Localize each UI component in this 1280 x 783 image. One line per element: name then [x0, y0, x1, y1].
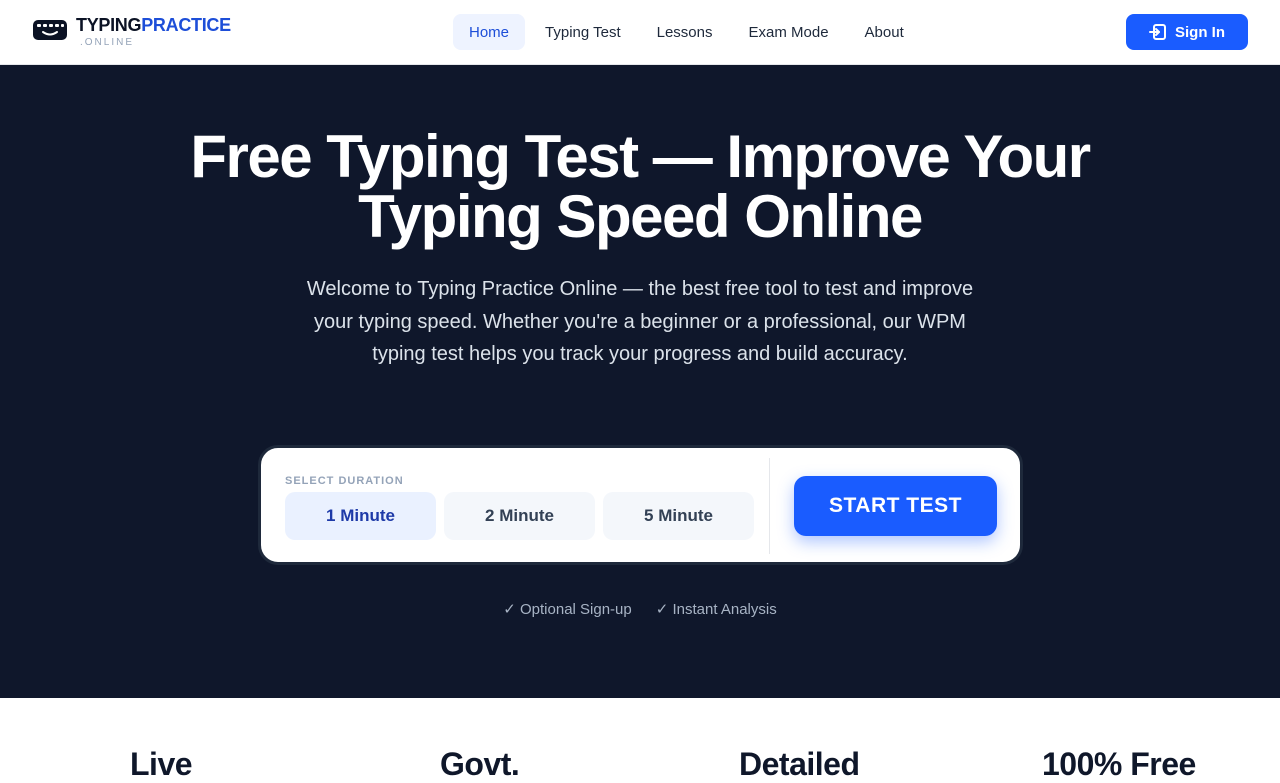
nav-item-lessons[interactable]: Lessons — [641, 14, 729, 50]
hero-description: Welcome to Typing Practice Online — the … — [306, 278, 974, 365]
site-header: TYPINGPRACTICE .ONLINE Home Typing Test … — [0, 0, 1280, 65]
feature-detailed: Detailed — [739, 746, 860, 782]
feature-govt: Govt. — [440, 746, 520, 782]
sign-in-label: Sign In — [1175, 23, 1225, 41]
hero-perks: ✓ Optional Sign-up ✓ Instant Analysis — [0, 600, 1280, 618]
features-section: Live Govt. Detailed 100% Free — [0, 698, 1280, 782]
perk-instant-analysis: ✓ Instant Analysis — [655, 601, 777, 618]
logo-title-part2: PRACTICE — [141, 15, 231, 35]
duration-2-minute-button[interactable]: 2 Minute — [444, 492, 595, 540]
feature-live: Live — [130, 746, 193, 782]
perk-optional-signup: ✓ Optional Sign-up — [503, 601, 632, 618]
hero-title: Free Typing Test — Improve Your Typing S… — [190, 123, 1091, 250]
logo-title-part1: TYPING — [76, 15, 142, 35]
nav-item-typing-test[interactable]: Typing Test — [529, 14, 637, 50]
keyboard-logo-icon — [33, 20, 67, 40]
card-divider — [769, 458, 770, 554]
duration-options: 1 Minute 2 Minute 5 Minute — [285, 492, 754, 540]
hero-section: Free Typing Test — Improve Your Typing S… — [0, 65, 1280, 698]
duration-label: SELECT DURATION — [285, 475, 404, 487]
feature-free: 100% Free — [1042, 746, 1196, 782]
main-nav: Home Typing Test Lessons Exam Mode About — [453, 14, 920, 50]
logo-subtitle: .ONLINE — [80, 37, 135, 48]
duration-1-minute-button[interactable]: 1 Minute — [285, 492, 436, 540]
nav-item-exam-mode[interactable]: Exam Mode — [733, 14, 845, 50]
test-config-card: SELECT DURATION 1 Minute 2 Minute 5 Minu… — [258, 445, 1023, 565]
site-logo[interactable]: TYPINGPRACTICE .ONLINE — [32, 16, 231, 48]
sign-in-icon — [1149, 24, 1166, 40]
sign-in-button[interactable]: Sign In — [1126, 14, 1248, 50]
nav-item-home[interactable]: Home — [453, 14, 526, 50]
duration-5-minute-button[interactable]: 5 Minute — [603, 492, 754, 540]
nav-item-about[interactable]: About — [849, 14, 920, 50]
start-test-button[interactable]: START TEST — [794, 476, 997, 536]
